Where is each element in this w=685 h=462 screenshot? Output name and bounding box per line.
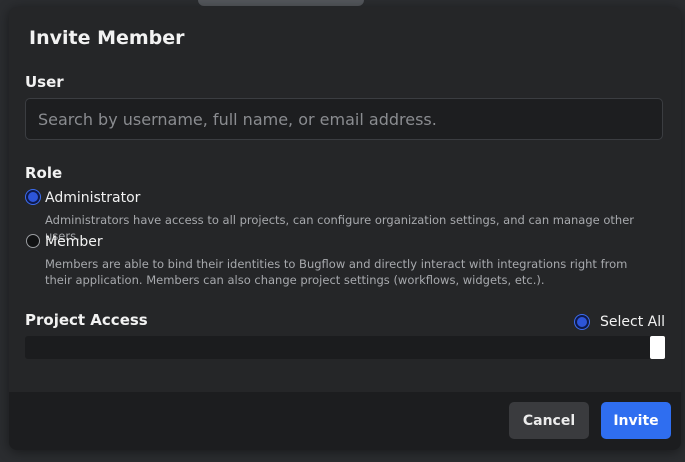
user-label: User bbox=[25, 73, 64, 91]
user-search-input[interactable] bbox=[25, 98, 663, 140]
select-all-label[interactable]: Select All bbox=[600, 314, 665, 330]
cancel-button[interactable]: Cancel bbox=[509, 402, 589, 439]
role-label: Role bbox=[25, 164, 63, 182]
select-all-toggle[interactable]: Select All bbox=[575, 314, 665, 330]
invite-member-dialog: Invite Member User Role Administrator Ad… bbox=[9, 7, 681, 450]
member-radio[interactable] bbox=[26, 234, 40, 248]
project-list[interactable] bbox=[25, 336, 665, 359]
project-list-scrollbar-thumb[interactable] bbox=[650, 336, 665, 359]
select-all-radio[interactable] bbox=[575, 315, 589, 329]
member-option-label[interactable]: Member bbox=[45, 234, 103, 250]
dialog-title: Invite Member bbox=[29, 27, 185, 49]
invite-button[interactable]: Invite bbox=[601, 402, 671, 439]
dialog-footer: Cancel Invite bbox=[9, 392, 681, 450]
project-access-label: Project Access bbox=[25, 311, 148, 329]
administrator-radio[interactable] bbox=[26, 190, 40, 204]
administrator-description: Administrators have access to all projec… bbox=[45, 213, 635, 243]
backdrop-tab bbox=[198, 0, 364, 6]
member-description: Members are able to bind their identitie… bbox=[45, 257, 628, 287]
administrator-option-label[interactable]: Administrator bbox=[45, 190, 140, 206]
